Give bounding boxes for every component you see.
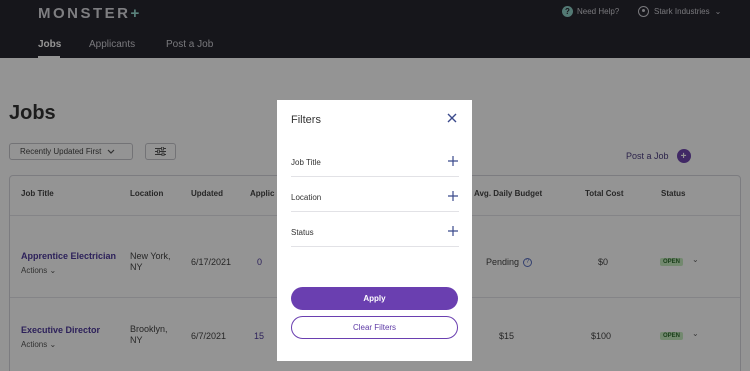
filter-label: Job Title	[291, 158, 321, 167]
filter-label: Location	[291, 193, 322, 202]
filter-status[interactable]: Status	[291, 212, 459, 247]
plus-icon[interactable]	[447, 190, 459, 202]
modal-title: Filters	[291, 114, 321, 126]
filters-modal: Filters Job Title Location Status Apply …	[277, 100, 472, 361]
filter-job-title[interactable]: Job Title	[291, 142, 459, 177]
plus-icon[interactable]	[447, 155, 459, 167]
apply-button[interactable]: Apply	[291, 287, 458, 310]
plus-icon[interactable]	[447, 225, 459, 237]
filter-label: Status	[291, 228, 314, 237]
filter-location[interactable]: Location	[291, 177, 459, 212]
close-icon[interactable]	[445, 111, 459, 125]
clear-filters-button[interactable]: Clear Filters	[291, 316, 458, 339]
